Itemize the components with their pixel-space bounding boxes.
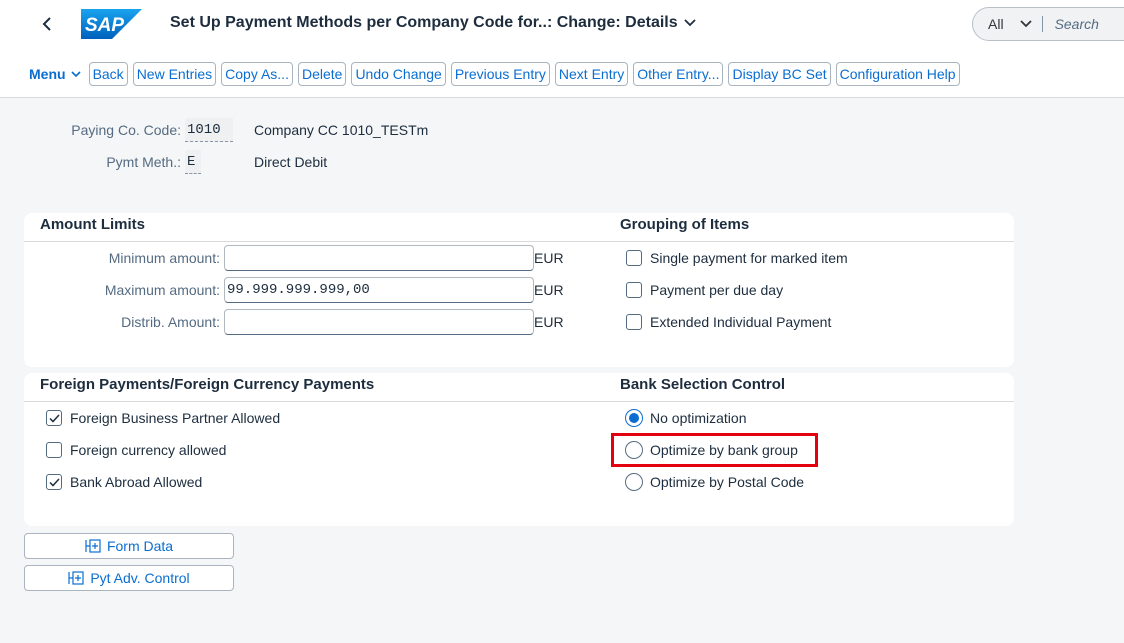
svg-text:SAP: SAP <box>85 15 124 36</box>
single-payment-label: Single payment for marked item <box>650 250 848 266</box>
checkmark-icon <box>48 477 60 487</box>
back-button[interactable]: Back <box>88 62 128 86</box>
distrib-amount-input[interactable] <box>224 309 534 335</box>
other-entry-button[interactable]: Other Entry... <box>633 62 724 86</box>
divider <box>610 241 1014 242</box>
app-title[interactable]: Set Up Payment Methods per Company Code … <box>170 14 696 32</box>
payment-per-due-day-label: Payment per due day <box>650 282 784 298</box>
divider <box>24 241 610 242</box>
minimum-amount-label: Minimum amount: <box>108 250 220 266</box>
bank-selection-title: Bank Selection Control <box>620 376 786 393</box>
pyt-adv-control-label: Pyt Adv. Control <box>90 570 190 586</box>
chevron-down-icon <box>684 19 696 27</box>
pyt-adv-control-button[interactable]: Pyt Adv. Control <box>24 565 234 591</box>
grouping-title: Grouping of Items <box>620 216 750 233</box>
form-data-button[interactable]: Form Data <box>24 533 234 559</box>
maximum-amount-label: Maximum amount: <box>104 282 220 298</box>
foreign-currency-allowed-checkbox[interactable] <box>46 442 62 458</box>
pymt-meth-description: Direct Debit <box>254 154 328 170</box>
no-optimization-radio[interactable] <box>625 409 643 427</box>
paying-co-code-field[interactable]: 1010 <box>185 118 233 142</box>
display-bc-set-button[interactable]: Display BC Set <box>728 62 831 86</box>
distrib-amount-label: Distrib. Amount: <box>121 314 220 330</box>
search-input[interactable]: Search <box>1055 16 1099 32</box>
form-data-label: Form Data <box>106 538 174 554</box>
extended-individual-payment-checkbox[interactable] <box>626 314 642 330</box>
toolbar: Menu Back New Entries Copy As... Delete … <box>24 62 960 86</box>
single-payment-checkbox[interactable] <box>626 250 642 266</box>
maximum-amount-currency: EUR <box>534 282 564 298</box>
expand-tree-icon <box>85 539 101 553</box>
amount-limits-title: Amount Limits <box>40 216 145 233</box>
bank-abroad-allowed-label: Bank Abroad Allowed <box>70 474 203 490</box>
no-optimization-label: No optimization <box>650 410 747 426</box>
shell-header: SAP Set Up Payment Methods per Company C… <box>0 0 1124 98</box>
new-entries-button[interactable]: New Entries <box>132 62 217 86</box>
minimum-amount-currency: EUR <box>534 250 564 266</box>
divider <box>610 401 1014 402</box>
highlight-box <box>611 433 818 467</box>
maximum-amount-input[interactable]: 99.999.999.999,00 <box>224 277 534 303</box>
menu-button[interactable]: Menu <box>24 62 85 86</box>
search-scope-label: All <box>988 16 1004 32</box>
bank-abroad-allowed-checkbox[interactable] <box>46 474 62 490</box>
minimum-amount-input[interactable] <box>224 245 534 271</box>
chevron-down-icon <box>1019 20 1032 28</box>
search-box[interactable]: All Search <box>972 7 1124 41</box>
foreign-bp-allowed-checkbox[interactable] <box>46 410 62 426</box>
payment-per-due-day-checkbox[interactable] <box>626 282 642 298</box>
menu-label: Menu <box>29 66 66 82</box>
paying-co-code-label: Paying Co. Code: <box>71 122 181 138</box>
undo-change-button[interactable]: Undo Change <box>351 62 446 86</box>
delete-button[interactable]: Delete <box>297 62 347 86</box>
divider <box>24 401 610 402</box>
pymt-meth-label: Pymt Meth.: <box>106 154 181 170</box>
chevron-down-icon <box>70 70 81 77</box>
foreign-payments-title: Foreign Payments/Foreign Currency Paymen… <box>40 376 375 393</box>
optimize-by-postal-code-label: Optimize by Postal Code <box>650 474 805 490</box>
chevron-left-icon <box>42 17 51 31</box>
next-entry-button[interactable]: Next Entry <box>554 62 629 86</box>
foreign-currency-allowed-label: Foreign currency allowed <box>70 442 227 458</box>
app-title-text: Set Up Payment Methods per Company Code … <box>170 14 678 31</box>
configuration-help-button[interactable]: Configuration Help <box>835 62 960 86</box>
company-name: Company CC 1010_TESTm <box>254 122 429 138</box>
previous-entry-button[interactable]: Previous Entry <box>450 62 550 86</box>
search-divider <box>1041 16 1043 32</box>
foreign-bp-allowed-label: Foreign Business Partner Allowed <box>70 410 281 426</box>
expand-tree-icon <box>68 571 84 585</box>
distrib-amount-currency: EUR <box>534 314 564 330</box>
optimize-by-postal-code-radio[interactable] <box>625 473 643 491</box>
copy-as-button[interactable]: Copy As... <box>221 62 293 86</box>
checkmark-icon <box>48 413 60 423</box>
pymt-meth-field[interactable]: E <box>185 150 201 174</box>
search-scope-select[interactable]: All <box>973 16 1032 32</box>
sap-logo: SAP <box>81 9 142 39</box>
back-nav-button[interactable] <box>36 12 58 36</box>
extended-individual-payment-label: Extended Individual Payment <box>650 314 832 330</box>
